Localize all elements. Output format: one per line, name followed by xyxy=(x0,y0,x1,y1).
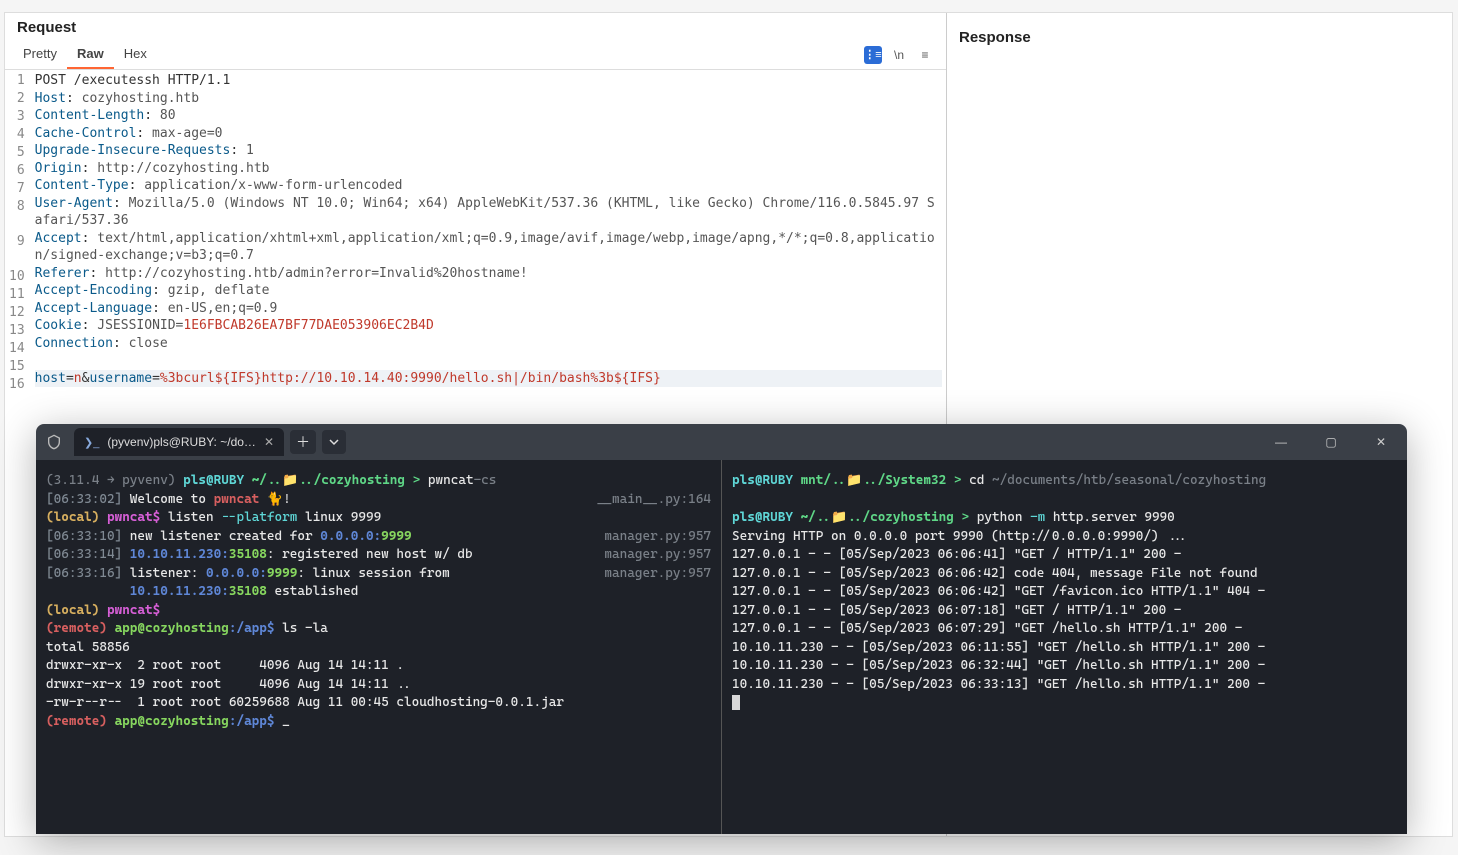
shield-icon[interactable] xyxy=(40,429,68,455)
terminal-tab-label: (pyvenv)pls@RUBY: ~/docum xyxy=(107,435,256,449)
close-button[interactable]: ✕ xyxy=(1359,426,1403,458)
request-title: Request xyxy=(5,13,946,40)
terminal-pane-left[interactable]: (3.11.4 → pyvenv) pls@RUBY ~/..📁../cozyh… xyxy=(36,460,721,834)
terminal-pane-right[interactable]: pls@RUBY mnt/..📁../System32 > cd ~/docum… xyxy=(722,460,1407,834)
request-tabs: Pretty Raw Hex ⋮≡ \n ≡ xyxy=(5,40,946,70)
minimize-button[interactable]: — xyxy=(1259,426,1303,458)
tab-dropdown-button[interactable] xyxy=(322,430,346,454)
tab-pretty[interactable]: Pretty xyxy=(13,40,67,69)
new-tab-button[interactable]: ＋ xyxy=(290,430,316,454)
newline-icon[interactable]: \n xyxy=(890,46,908,64)
response-title: Response xyxy=(959,23,1440,50)
maximize-button[interactable]: ▢ xyxy=(1309,426,1353,458)
request-toolbar: ⋮≡ \n ≡ xyxy=(864,46,938,64)
format-icon[interactable]: ⋮≡ xyxy=(864,46,882,64)
terminal-tab-icon: ❯_ xyxy=(84,436,99,449)
line-gutter: 12345678910111213141516 xyxy=(5,70,31,836)
close-icon[interactable]: ✕ xyxy=(264,435,274,449)
menu-icon[interactable]: ≡ xyxy=(916,46,934,64)
terminal-window: ❯_ (pyvenv)pls@RUBY: ~/docum ✕ ＋ — ▢ ✕ (… xyxy=(36,424,1407,834)
terminal-body: (3.11.4 → pyvenv) pls@RUBY ~/..📁../cozyh… xyxy=(36,460,1407,834)
terminal-titlebar[interactable]: ❯_ (pyvenv)pls@RUBY: ~/docum ✕ ＋ — ▢ ✕ xyxy=(36,424,1407,460)
tab-raw[interactable]: Raw xyxy=(67,40,114,69)
tab-hex[interactable]: Hex xyxy=(114,40,157,69)
terminal-tab[interactable]: ❯_ (pyvenv)pls@RUBY: ~/docum ✕ xyxy=(74,428,284,456)
